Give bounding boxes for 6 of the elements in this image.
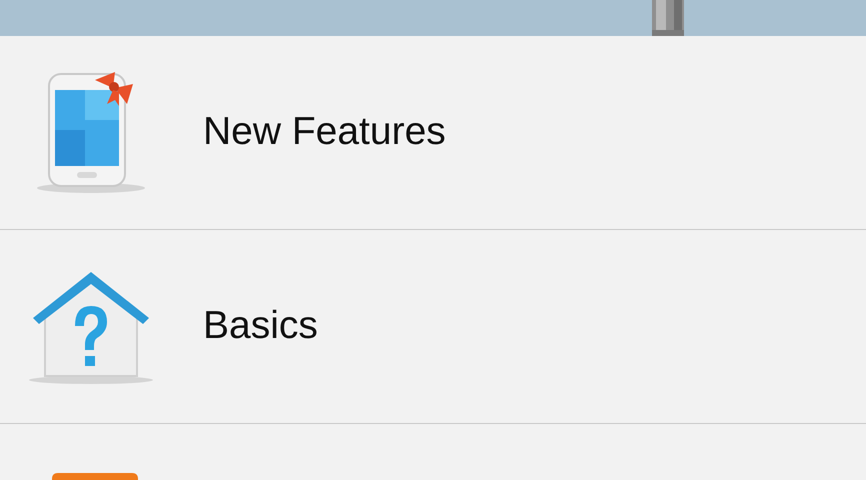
app-icon (52, 473, 138, 480)
menu-item[interactable]: New Features (0, 36, 866, 230)
menu-item-label: Basics (203, 303, 318, 350)
phone-gift-icon (34, 70, 146, 196)
menu-item[interactable]: Basics (0, 230, 866, 424)
menu-item-label: New Features (203, 109, 446, 156)
